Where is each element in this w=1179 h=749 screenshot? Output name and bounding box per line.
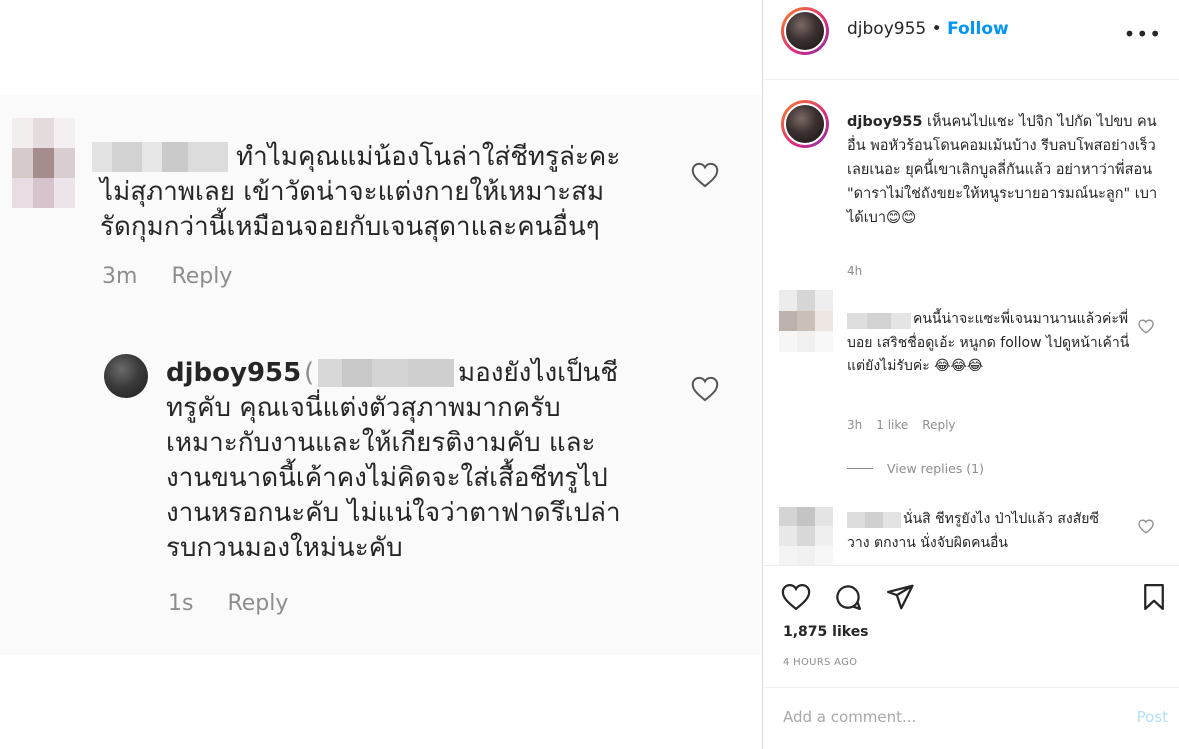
instagram-post-panel: djboy955 • Follow ••• djboy955 เห็นคนไปแ… [762,0,1179,749]
post-comment-button[interactable]: Post [1137,708,1168,726]
comment-bubble-icon[interactable] [833,582,863,612]
comment-text-line: มองยังไงเป็นชี [458,358,618,388]
bookmark-save-icon[interactable] [1139,582,1169,612]
comment-text-line: ไม่สุภาพเลย เข้าวัดน่าจะแต่งกายให้เหมาะส… [100,177,605,207]
post-header: djboy955 • Follow ••• [763,0,1179,80]
post-caption: djboy955 เห็นคนไปแชะ ไปจิก ไปกัด ไปขบ คน… [847,110,1165,230]
comment-meta: 1s Reply [168,591,288,616]
comment-text-line: รบกวนมองใหม่นะคับ [166,533,403,563]
comment-meta: 3h 1 like Reply [847,418,956,432]
comment-text-line: ทำไมคุณแม่น้องโนล่าใส่ชีทรูล่ะคะ [236,142,621,172]
blurred-mention [318,359,454,387]
avatar-image [784,10,826,52]
comment-text-line: เหมาะกับงานและให้เกียรติงามคับ และ [166,428,596,458]
reply-button[interactable]: Reply [227,591,288,616]
replies-divider [847,468,873,469]
reply-button[interactable]: Reply [171,264,232,289]
more-options-icon[interactable]: ••• [1124,22,1162,46]
user-avatar [104,354,148,398]
like-heart-icon[interactable] [781,582,811,612]
comment-text-paren: ( [304,358,315,388]
caption-time: 4h [847,264,863,278]
pixelated-avatar [779,290,833,352]
comment-screenshot-panel: ทำไมคุณแม่น้องโนล่าใส่ชีทรูล่ะคะ ไม่สุภา… [0,0,762,749]
comment-time: 3m [102,264,138,289]
share-send-icon[interactable] [885,582,915,612]
heart-icon[interactable] [691,376,719,402]
avatar-image [784,103,826,145]
blurred-username [92,142,228,172]
comment-username: djboy955 [166,358,302,388]
comment-text: นั่นสิ ชีทรูยังไง ป่าไปแล้ว สงสัยซีวาง ต… [847,511,1099,551]
comment-time: 3h [847,418,863,432]
comment-text-line: ทรูคับ คุณเจนี่แต่งตัวสุภาพมากครับ [166,393,561,423]
add-comment-bar: Post [763,687,1179,749]
heart-icon[interactable] [1138,519,1154,534]
post-actions: 1,875 likes 4 HOURS AGO [763,565,1179,685]
add-comment-input[interactable] [783,708,1083,726]
comment-likes[interactable]: 1 like [876,418,908,432]
header-username[interactable]: djboy955 [847,19,926,39]
pixelated-avatar [779,507,833,565]
comment-text-line: งานหรอกนะคับ ไม่แน่ใจว่าตาฟาดรึเปล่า [166,498,621,528]
caption-username[interactable]: djboy955 [847,114,922,130]
comment-text-line: รัดกุมกว่านี้เหมือนจอยกับเจนสุดาและคนอื่… [100,212,600,242]
like-count[interactable]: 1,875 likes [783,624,869,640]
view-replies-label: View replies (1) [887,461,984,476]
post-timestamp: 4 HOURS AGO [783,657,858,668]
pixelated-avatar [12,118,75,208]
heart-icon[interactable] [691,162,719,188]
caption-text: เห็นคนไปแชะ ไปจิก ไปกัด ไปขบ คนอื่น พอหั… [847,114,1158,226]
comment-meta: 3m Reply [102,264,232,289]
view-replies-button[interactable]: View replies (1) [847,461,984,476]
comment-text-line: งานขนาดนี้เค้าคงไม่คิดจะใส่เสื้อชีทรูไป [166,463,608,493]
caption-avatar[interactable] [781,100,829,148]
follow-button[interactable]: Follow [947,19,1009,39]
reply-button[interactable]: Reply [922,418,955,432]
header-user-line: djboy955 • Follow [847,19,1009,39]
comment-text: คนนี้น่าจะแซะพี่เจนมานานแล้วค่ะพี่บอย เส… [847,311,1130,374]
separator-dot: • [931,19,942,39]
comment-time: 1s [168,591,194,616]
profile-avatar[interactable] [781,7,829,55]
heart-icon[interactable] [1138,319,1154,334]
